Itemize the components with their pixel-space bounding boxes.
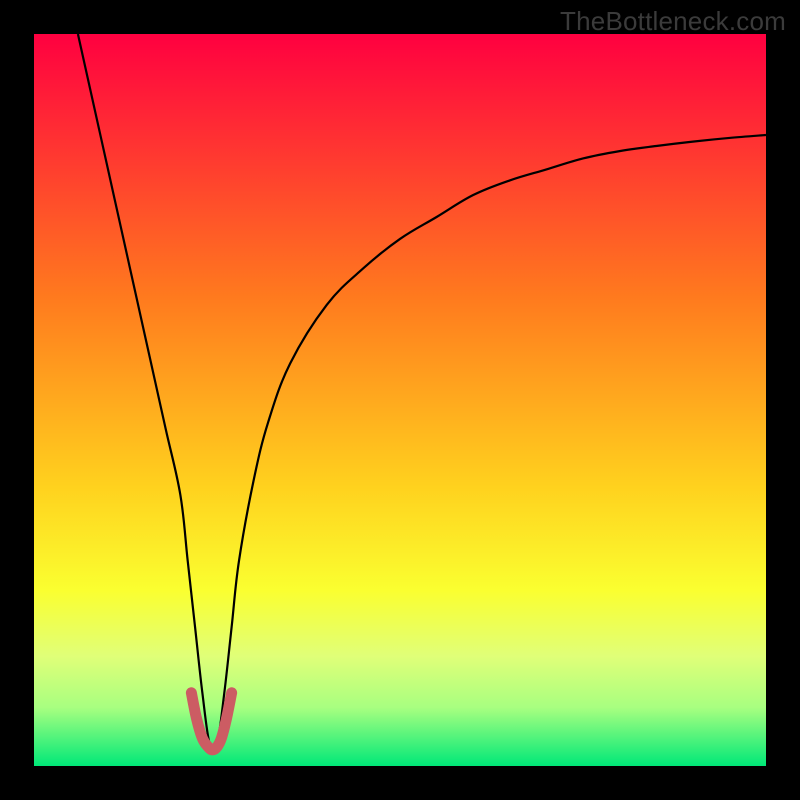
watermark-text: TheBottleneck.com (560, 6, 786, 37)
chart-background (34, 34, 766, 766)
plot-area (34, 34, 766, 766)
chart-frame: TheBottleneck.com (0, 0, 800, 800)
chart-svg (34, 34, 766, 766)
